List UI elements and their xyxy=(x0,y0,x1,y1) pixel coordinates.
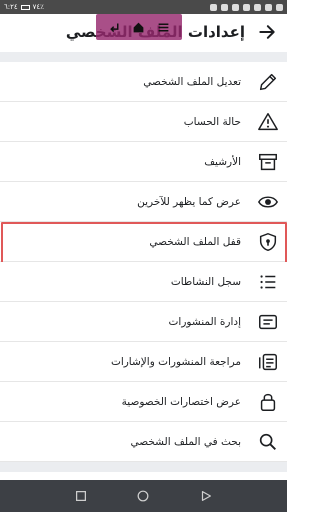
screen-recorder-toolbar[interactable] xyxy=(96,14,182,40)
lock-icon xyxy=(257,391,279,413)
menu-item-label: عرض كما يظهر للآخرين xyxy=(137,195,241,208)
shield-lock-icon xyxy=(257,231,279,253)
tag-review-icon xyxy=(257,351,279,373)
menu-item-search-profile[interactable]: بحث في الملف الشخصي xyxy=(0,422,287,462)
notification-icon xyxy=(254,3,261,11)
status-right xyxy=(210,3,283,11)
menu-item-label: سجل النشاطات xyxy=(170,275,241,288)
back-arrow-icon[interactable] xyxy=(257,22,277,42)
notification-icon xyxy=(232,3,239,11)
undo-icon[interactable] xyxy=(108,21,121,34)
home-button-icon[interactable] xyxy=(136,489,150,503)
menu-item-label: مراجعة المنشورات والإشارات xyxy=(110,355,241,368)
profile-settings-list: تعديل الملف الشخصي حالة الحساب الأرشيف ع… xyxy=(0,62,287,462)
menu-item-archive[interactable]: الأرشيف xyxy=(0,142,287,182)
menu-item-account-status[interactable]: حالة الحساب xyxy=(0,102,287,142)
system-nav-bar xyxy=(0,480,287,512)
menu-item-review-posts-tags[interactable]: مراجعة المنشورات والإشارات xyxy=(0,342,287,382)
menu-item-label: عرض اختصارات الخصوصية xyxy=(121,395,241,408)
status-time: ٦:٢٤ xyxy=(4,3,18,11)
warning-icon xyxy=(257,111,279,133)
recents-icon[interactable] xyxy=(74,489,88,503)
status-bar: ٦:٢٤ ٧٤٪ xyxy=(0,0,287,14)
notification-icon xyxy=(210,3,217,11)
status-left: ٦:٢٤ ٧٤٪ xyxy=(4,3,44,11)
notification-icon xyxy=(276,3,283,11)
separator xyxy=(0,52,287,62)
menu-item-label: الأرشيف xyxy=(204,155,241,168)
list-icon xyxy=(257,271,279,293)
menu-item-label: قفل الملف الشخصي xyxy=(149,235,241,248)
archive-icon xyxy=(257,151,279,173)
pencil-icon xyxy=(257,71,279,93)
menu-item-edit-profile[interactable]: تعديل الملف الشخصي xyxy=(0,62,287,102)
search-icon xyxy=(257,431,279,453)
menu-item-manage-posts[interactable]: إدارة المنشورات xyxy=(0,302,287,342)
menu-item-privacy-shortcuts[interactable]: عرض اختصارات الخصوصية xyxy=(0,382,287,422)
menu-item-label: إدارة المنشورات xyxy=(168,315,241,328)
battery-icon xyxy=(20,4,30,10)
posts-icon xyxy=(257,311,279,333)
menu-item-activity-log[interactable]: سجل النشاطات xyxy=(0,262,287,302)
menu-item-label: حالة الحساب xyxy=(183,115,241,128)
back-triangle-icon[interactable] xyxy=(199,489,213,503)
menu-item-view-as[interactable]: عرض كما يظهر للآخرين xyxy=(0,182,287,222)
menu-item-lock-profile[interactable]: قفل الملف الشخصي xyxy=(0,222,287,266)
notification-icon xyxy=(243,3,250,11)
home-icon[interactable] xyxy=(132,21,145,34)
separator xyxy=(0,462,287,472)
notification-icon xyxy=(265,3,272,11)
eye-icon xyxy=(257,191,279,213)
notification-icon xyxy=(221,3,228,11)
menu-item-label: بحث في الملف الشخصي xyxy=(130,435,241,448)
menu-item-label: تعديل الملف الشخصي xyxy=(143,75,241,88)
menu-icon[interactable] xyxy=(157,21,170,34)
status-battery: ٧٤٪ xyxy=(32,3,44,11)
